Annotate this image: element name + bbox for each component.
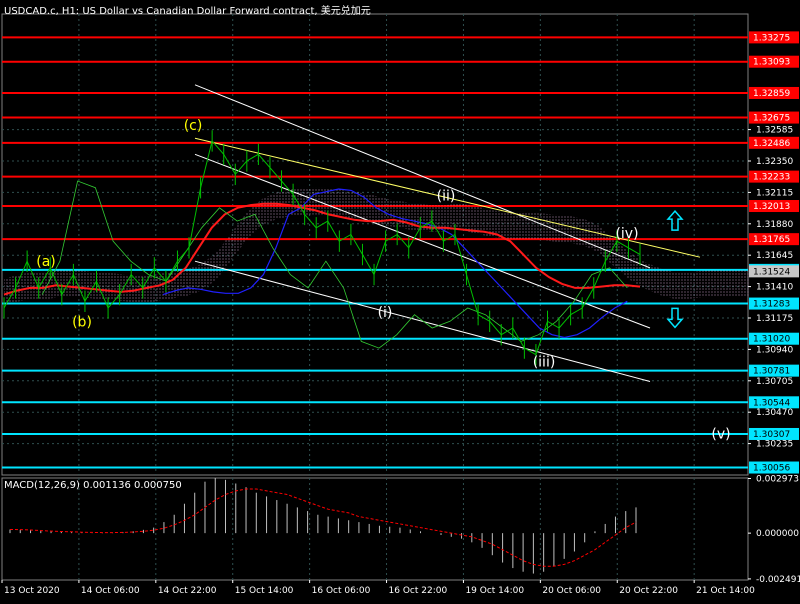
y-tick-label: 1.31410 (756, 283, 793, 293)
support-level-label: 1.30056 (753, 464, 790, 474)
x-tick-label: 14 Oct 22:00 (158, 586, 217, 596)
wave-label: (b) (72, 314, 92, 330)
macd-indicator-label: MACD(12,26,9) 0.001136 0.000750 (4, 480, 182, 491)
resistance-level-label: 1.33093 (753, 58, 790, 68)
support-level-label: 1.31283 (753, 300, 790, 310)
y-tick-label: 1.31645 (756, 251, 793, 261)
macd-histogram (9, 478, 637, 574)
y-tick-label: 1.30705 (756, 377, 793, 387)
down-arrow-icon (666, 307, 684, 329)
x-tick-label: 14 Oct 06:00 (81, 586, 140, 596)
chart-window[interactable]: 1.32585 1.32350 1.32115 1.31880 1.31645 1.314… (0, 0, 800, 600)
price-line (3, 139, 641, 356)
resistance-level-label: 1.32233 (753, 173, 790, 183)
x-tick-label: 19 Oct 14:00 (465, 586, 524, 596)
y-tick-label: 1.32115 (756, 188, 793, 198)
wave-label: (iv) (615, 226, 638, 242)
macd-y-label: 0.000000 (756, 529, 799, 539)
x-tick-label: 21 Oct 14:00 (696, 586, 755, 596)
x-tick-label: 16 Oct 22:00 (389, 586, 448, 596)
resistance-level-label: 1.32859 (753, 89, 790, 99)
x-tick-label: 13 Oct 2020 (4, 586, 60, 596)
wave-label: (ii) (437, 189, 456, 205)
channel-lower-line (194, 260, 651, 382)
wave-label: (c) (184, 118, 203, 134)
wave-label: (i) (378, 305, 393, 321)
y-tick-label: 1.32585 (756, 126, 793, 136)
chart-canvas[interactable]: 1.32585 1.32350 1.32115 1.31880 1.31645 1.314… (0, 0, 800, 600)
y-tick-label: 1.32350 (756, 157, 793, 167)
resistance-level-label: 1.32486 (753, 139, 790, 149)
x-tick-label: 20 Oct 22:00 (619, 586, 678, 596)
resistance-level-label: 1.32013 (753, 202, 790, 212)
support-level-label: 1.30781 (753, 367, 790, 377)
price-panel-frame (1, 13, 749, 476)
wave-label: (v) (711, 427, 730, 443)
resistance-level-label: 1.32675 (753, 114, 790, 124)
resistance-level-label: 1.31765 (753, 235, 790, 245)
y-tick-label: 1.30235 (756, 440, 793, 450)
up-arrow-icon (666, 209, 684, 231)
macd-y-label: 0.002973 (756, 474, 799, 484)
x-tick-label: 20 Oct 06:00 (542, 586, 601, 596)
macd-y-label: -0.002491 (756, 575, 800, 585)
current-price-label: 1.31524 (753, 267, 790, 277)
chart-title: USDCAD.c, H1: US Dollar vs Canadian Doll… (4, 6, 371, 17)
y-tick-label: 1.30470 (756, 408, 793, 418)
wave-label: (iii) (533, 354, 556, 370)
x-tick-label: 15 Oct 14:00 (235, 586, 294, 596)
resistance-level-label: 1.33275 (753, 33, 790, 43)
support-level-label: 1.30544 (753, 398, 790, 408)
y-tick-label: 1.31175 (756, 314, 793, 324)
y-tick-label: 1.30940 (756, 345, 793, 355)
support-level-label: 1.30307 (753, 430, 790, 440)
y-tick-label: 1.31880 (756, 220, 793, 230)
x-tick-label: 16 Oct 06:00 (312, 586, 371, 596)
macd-signal-line (9, 488, 637, 567)
wave-label: (a) (36, 254, 56, 270)
support-level-label: 1.31020 (753, 335, 790, 345)
